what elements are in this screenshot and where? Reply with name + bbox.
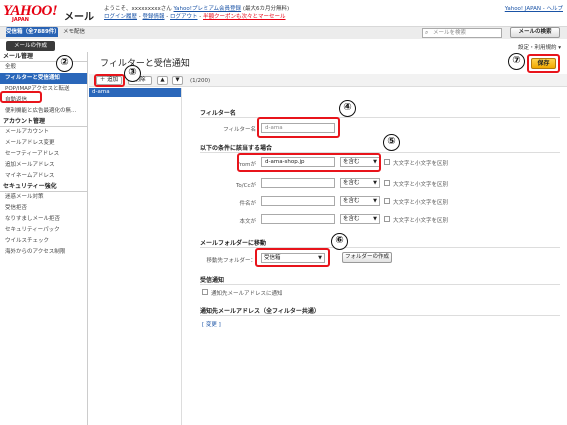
highlight-move-folder	[255, 248, 330, 267]
login-history-link[interactable]: ログイン履歴	[104, 14, 137, 20]
condition-input-body[interactable]	[261, 214, 335, 224]
nav-item-extra-address[interactable]: 追加メールアドレス	[0, 160, 87, 171]
highlight-filters-nav	[0, 91, 42, 103]
condition-operator-subject[interactable]: を含む ▼	[340, 196, 380, 206]
filter-name-label: フィルター名	[223, 127, 256, 133]
condition-input-tocc[interactable]	[261, 178, 335, 188]
settings-link[interactable]: 設定・利用規約 ▾	[518, 43, 561, 51]
search-icon: ⌕	[425, 29, 429, 36]
nav-section-title: セキュリティー強化	[0, 182, 87, 192]
page-title: フィルターと受信通知	[100, 59, 190, 69]
nav-section-title: アカウント管理	[0, 117, 87, 127]
case-label: 大文字と小文字を区別	[393, 218, 449, 224]
move-section: メールフォルダーに移動	[200, 240, 267, 247]
nav-item-account[interactable]: メールアカウント	[0, 127, 87, 138]
nav-item-spam[interactable]: 迷惑メール対策	[0, 192, 87, 203]
greeting-line: ようこそ、xxxxxxxxxさん Yahoo!プレミアム会員登録 (最大6カ月分…	[104, 4, 289, 12]
draft-tab[interactable]: メモ配信	[60, 28, 88, 37]
section-divider	[200, 284, 560, 285]
highlight-save-button	[527, 54, 560, 73]
nav-item-security-pack[interactable]: セキュリティーパック	[0, 225, 87, 236]
step-marker-2: ②	[56, 55, 73, 72]
case-checkbox-body[interactable]	[384, 216, 390, 222]
chevron-down-icon: ▼	[373, 216, 377, 222]
search-button[interactable]: メールの検索	[510, 27, 560, 38]
case-label: 大文字と小文字を区別	[393, 200, 449, 206]
notify-section: 受信通知	[200, 277, 225, 284]
step-marker-4: ④	[339, 100, 356, 117]
nav-item-safety-address[interactable]: セーフティーアドレス	[0, 149, 87, 160]
section-divider	[200, 247, 560, 248]
nav-item-virus-check[interactable]: ウイルスチェック	[0, 236, 87, 247]
create-folder-button[interactable]: フォルダーの作成	[342, 252, 392, 263]
nav-item-general[interactable]: 全般	[0, 62, 87, 73]
operator-value: を含む	[343, 198, 360, 204]
case-label: 大文字と小文字を区別	[393, 161, 449, 167]
compose-button[interactable]: メールの作成	[6, 41, 55, 51]
account-links: ログイン履歴 - 登録情報 - ログアウト - 半額クーポンも次々とマーセール	[104, 14, 286, 20]
nav-item-block[interactable]: 受信拒否	[0, 203, 87, 214]
chevron-down-icon: ▼	[373, 180, 377, 186]
move-folder-label: 移動先フォルダー：	[206, 258, 256, 264]
settings-nav: メール管理 全般 フィルターと受信通知 POP/IMAPアクセスと転送 自動返信…	[0, 52, 88, 425]
login-info-link[interactable]: 登録情報	[143, 14, 165, 20]
highlight-filter-name	[257, 117, 340, 138]
move-up-button[interactable]: ▲	[157, 76, 168, 85]
step-marker-6: ⑥	[331, 233, 348, 250]
filter-count: (1/200)	[190, 78, 211, 84]
logout-link[interactable]: ログアウト	[170, 14, 198, 20]
inbox-tab[interactable]: 受信箱（全7889件）	[6, 27, 60, 37]
logo-subtext: JAPAN	[12, 17, 29, 23]
condition-operator-tocc[interactable]: を含む ▼	[340, 178, 380, 188]
promo-link[interactable]: 半額クーポンも次々とマーセール	[203, 14, 286, 20]
operator-value: を含む	[343, 216, 360, 222]
notify-checkbox[interactable]	[202, 289, 208, 295]
nav-item-filters[interactable]: フィルターと受信通知	[0, 73, 87, 84]
nav-item-overseas-access[interactable]: 海外からのアクセス制限	[0, 247, 87, 258]
highlight-add-button	[94, 74, 125, 87]
operator-value: を含む	[343, 180, 360, 186]
search-input[interactable]: メールを検索	[422, 28, 502, 38]
filter-list-item[interactable]: d-ama	[89, 88, 181, 97]
step-marker-5: ⑤	[383, 134, 400, 151]
step-marker-7: ⑦	[508, 53, 525, 70]
filter-list: d-ama	[89, 88, 182, 425]
change-notify-link[interactable]: [ 変更 ]	[202, 320, 221, 328]
step-marker-3: ③	[124, 65, 141, 82]
nav-section-title: メール管理	[0, 52, 87, 62]
condition-input-subject[interactable]	[261, 196, 335, 206]
nav-item-myname-address[interactable]: マイネームアドレス	[0, 171, 87, 182]
help-link[interactable]: Yahoo! JAPAN - ヘルプ	[505, 4, 563, 12]
service-name[interactable]: メール	[64, 8, 94, 23]
case-label: 大文字と小文字を区別	[393, 182, 449, 188]
conditions-section: 以下の条件に該当する場合	[200, 145, 273, 152]
filter-name-section: フィルター名	[200, 110, 236, 117]
case-checkbox-subject[interactable]	[384, 198, 390, 204]
chevron-down-icon: ▼	[373, 198, 377, 204]
section-divider	[200, 117, 560, 118]
section-divider	[200, 315, 560, 316]
condition-label-tocc: To/Ccが	[235, 183, 256, 189]
move-down-button[interactable]: ▼	[172, 76, 183, 85]
global-header: YAHOO! JAPAN メール ようこそ、xxxxxxxxxさん Yahoo!…	[0, 0, 567, 26]
notify-checkbox-label: 通知先メールアドレスに通知	[211, 291, 283, 297]
condition-operator-body[interactable]: を含む ▼	[340, 214, 380, 224]
nav-item-features[interactable]: 便利機能と広告最適化の無...	[0, 106, 87, 117]
nav-item-address-change[interactable]: メールアドレス変更	[0, 138, 87, 149]
nav-item-spoof[interactable]: なりすましメール拒否	[0, 214, 87, 225]
condition-label-body: 本文が	[239, 219, 256, 225]
case-checkbox-from[interactable]	[384, 159, 390, 165]
case-checkbox-tocc[interactable]	[384, 180, 390, 186]
notify-address-section: 通知先メールアドレス（全フィルター共通）	[200, 308, 320, 315]
condition-label-subject: 件名が	[239, 201, 256, 207]
highlight-from-condition	[237, 153, 381, 172]
